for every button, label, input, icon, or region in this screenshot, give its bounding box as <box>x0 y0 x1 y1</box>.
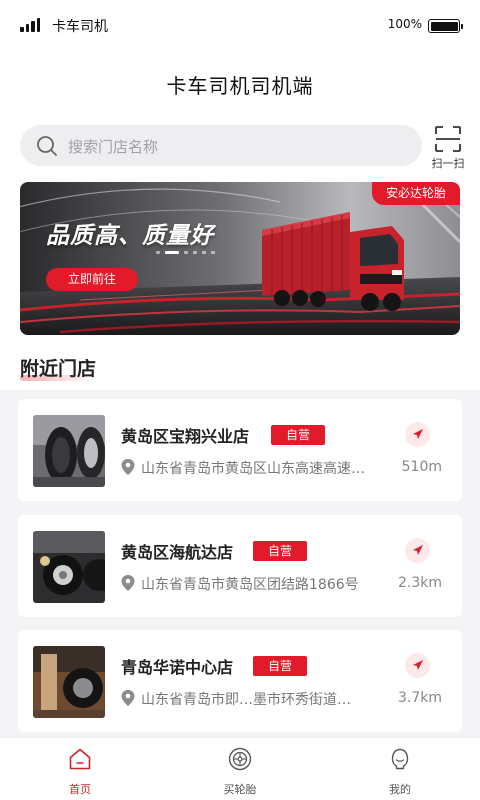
pagination-dot <box>193 251 197 254</box>
pagination-dot <box>184 251 188 254</box>
navigation-arrow-icon <box>413 429 423 439</box>
scan-button[interactable]: 扫一扫 <box>428 124 468 170</box>
store-card[interactable]: 青岛华诺中心店 自营 山东省青岛市即…墨市环秀街道… 3.7km <box>18 630 462 732</box>
store-thumbnail <box>33 531 105 603</box>
tab-buy-tires[interactable]: 买轮胎 <box>200 738 280 800</box>
status-bar: 卡车司机 100% <box>0 0 480 50</box>
location-pin-icon <box>121 690 135 706</box>
store-distance: 510m <box>401 459 442 475</box>
pagination-dot <box>202 251 206 254</box>
store-name: 黄岛区海航达店 <box>121 543 234 562</box>
pagination-dot <box>165 251 179 254</box>
store-address: 山东省青岛市即…墨市环秀街道… <box>141 692 351 708</box>
store-address: 山东省青岛市黄岛区山东高速高速… <box>141 461 365 477</box>
page-title: 卡车司机司机端 <box>166 74 314 98</box>
section-title: 附近门店 <box>20 358 97 380</box>
carrier-name: 卡车司机 <box>52 19 108 35</box>
navigate-button[interactable] <box>405 538 430 563</box>
store-name: 青岛华诺中心店 <box>121 658 234 677</box>
self-operated-badge: 自营 <box>253 656 307 676</box>
banner-go-button[interactable]: 立即前往 <box>46 268 138 291</box>
navigation-arrow-icon <box>413 545 423 555</box>
navigate-button[interactable] <box>405 422 430 447</box>
scan-icon <box>435 126 461 152</box>
navigation-arrow-icon <box>413 660 423 670</box>
store-card[interactable]: 黄岛区海航达店 自营 山东省青岛市黄岛区团结路1866号 2.3km <box>18 515 462 617</box>
search-input[interactable]: 搜索门店名称 <box>20 125 422 166</box>
self-operated-badge: 自营 <box>253 541 307 561</box>
promo-banner[interactable]: 品质高、质量好 立即前往 安必达轮胎 <box>20 182 460 335</box>
store-name: 黄岛区宝翔兴业店 <box>121 427 250 446</box>
home-icon <box>69 748 91 770</box>
banner-pagination <box>156 251 220 255</box>
scan-label: 扫一扫 <box>431 157 465 170</box>
self-operated-badge: 自营 <box>271 425 325 445</box>
profile-icon <box>391 748 409 770</box>
store-thumbnail <box>33 415 105 487</box>
bottom-tab-bar: 首页 买轮胎 我的 <box>0 737 480 800</box>
store-thumbnail <box>33 646 105 718</box>
tire-icon <box>228 747 252 771</box>
battery-icon <box>428 19 463 33</box>
store-distance: 2.3km <box>397 575 442 591</box>
location-pin-icon <box>121 575 135 591</box>
location-pin-icon <box>121 459 135 475</box>
tab-label: 我的 <box>389 783 411 796</box>
signal-strength-icon <box>20 18 42 32</box>
battery-percent: 100% <box>387 17 422 31</box>
tab-label: 首页 <box>69 783 91 796</box>
store-distance: 3.7km <box>397 690 442 706</box>
store-card[interactable]: 黄岛区宝翔兴业店 自营 山东省青岛市黄岛区山东高速高速… 510m <box>18 399 462 501</box>
search-icon <box>37 136 57 156</box>
store-address: 山东省青岛市黄岛区团结路1866号 <box>141 577 359 593</box>
tab-home[interactable]: 首页 <box>40 738 120 800</box>
search-placeholder: 搜索门店名称 <box>68 138 159 156</box>
pagination-dot <box>156 251 160 254</box>
pagination-dot <box>211 251 215 254</box>
tab-profile[interactable]: 我的 <box>360 738 440 800</box>
banner-brand-tag: 安必达轮胎 <box>371 182 460 205</box>
banner-headline: 品质高、质量好 <box>46 223 214 249</box>
navigate-button[interactable] <box>405 653 430 678</box>
tab-label: 买轮胎 <box>223 783 257 796</box>
